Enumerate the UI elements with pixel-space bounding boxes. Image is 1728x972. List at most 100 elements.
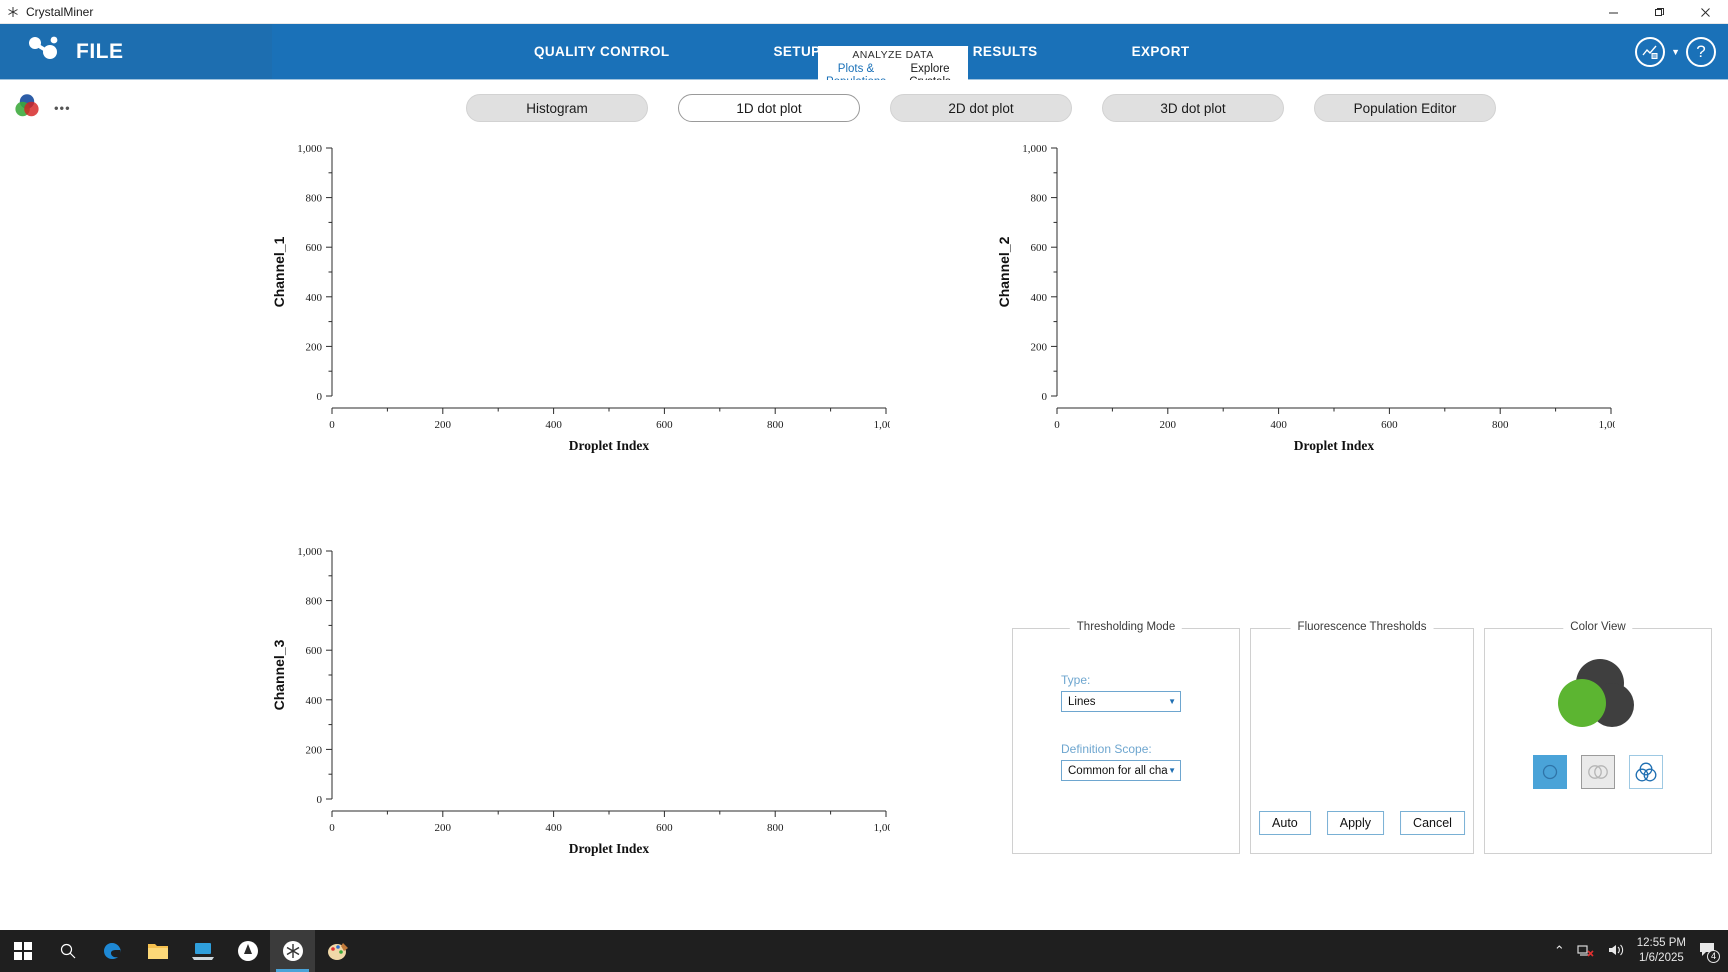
chart-channel-3[interactable]: 0 200 400 600 800 1,000 0 200 400 600 800 1,000 Drop… [270,539,890,859]
fluorescence-thresholds-panel: Fluorescence Thresholds Auto Apply Cance… [1250,621,1474,854]
svg-text:200: 200 [435,419,452,431]
plot-button-1d-dot-plot[interactable]: 1D dot plot [678,94,860,122]
help-icon[interactable]: ? [1686,36,1716,67]
overflow-menu-icon[interactable]: ••• [54,101,71,114]
two-circle-view-button[interactable] [1581,755,1615,789]
search-icon[interactable] [45,930,90,972]
svg-text:200: 200 [1160,419,1177,431]
close-button[interactable] [1682,0,1728,24]
explore-crystals-line1: Explore [910,63,950,75]
color-view-panel: Color View [1484,621,1712,854]
svg-text:Droplet Index: Droplet Index [569,438,650,453]
minimize-button[interactable] [1590,0,1636,24]
molecule-logo-icon [26,34,60,69]
svg-text:800: 800 [767,419,784,431]
svg-text:600: 600 [1381,419,1398,431]
svg-text:0: 0 [1054,419,1060,431]
svg-text:600: 600 [656,419,673,431]
notification-count-badge: 4 [1707,949,1720,963]
system-tray: ⌃ 12:55 PM 1/6/2025 4 [1554,930,1728,972]
toolbar-left-icons: ••• [14,93,71,124]
chart-channel-1[interactable]: 0 200 400 600 800 1,000 0 200 400 600 800 1,000 Drop… [270,136,890,456]
plot-button-population-editor[interactable]: Population Editor [1314,94,1496,122]
clock-date: 1/6/2025 [1639,952,1684,964]
svg-text:Channel_2: Channel_2 [996,236,1012,307]
svg-text:400: 400 [1031,292,1048,304]
help-glyph: ? [1696,41,1706,61]
fluorescence-button-row: Auto Apply Cancel [1259,811,1465,835]
maximize-button[interactable] [1636,0,1682,24]
svg-text:800: 800 [306,193,323,205]
svg-text:800: 800 [1031,193,1048,205]
svg-text:400: 400 [306,292,323,304]
plot-button-histogram[interactable]: Histogram [466,94,648,122]
svg-text:Channel_3: Channel_3 [271,639,287,710]
svg-text:600: 600 [306,645,323,657]
color-view-mode-buttons [1485,755,1711,789]
svg-text:400: 400 [1270,419,1287,431]
svg-text:0: 0 [317,391,323,403]
volume-icon[interactable] [1607,942,1625,961]
chart-report-icon[interactable] [1635,36,1666,67]
paint-icon[interactable] [315,930,360,972]
svg-text:200: 200 [306,341,323,353]
svg-text:0: 0 [329,822,335,834]
svg-text:800: 800 [306,596,323,608]
crystalminer-icon [0,6,26,18]
threshold-settings-panels: Thresholding Mode Type: Lines ▼ Definiti… [1012,621,1712,854]
plots-populations-line1: Plots & [837,63,875,75]
definition-scope-select[interactable]: Common for all chamber ▼ [1061,760,1181,781]
svg-text:0: 0 [1042,391,1048,403]
windows-taskbar: ⌃ 12:55 PM 1/6/2025 4 [0,930,1728,972]
svg-text:Droplet Index: Droplet Index [1294,438,1375,453]
plot-button-3d-dot-plot[interactable]: 3D dot plot [1102,94,1284,122]
thresholding-mode-panel: Thresholding Mode Type: Lines ▼ Definiti… [1012,621,1240,854]
chevron-down-icon: ▼ [1168,766,1176,775]
edge-browser-icon[interactable] [90,930,135,972]
type-label: Type: [1061,673,1091,687]
clock-time: 12:55 PM [1636,937,1686,949]
file-label: FILE [76,39,124,63]
definition-scope-value: Common for all chamber [1068,764,1168,777]
plot-type-toolbar: ••• Histogram 1D dot plot 2D dot plot 3D… [0,80,1728,136]
file-menu-button[interactable]: FILE [0,24,272,79]
crystalminer-taskbar-icon[interactable] [270,930,315,972]
svg-text:1,000: 1,000 [1022,143,1047,155]
cancel-button[interactable]: Cancel [1400,811,1465,835]
thresholding-mode-title: Thresholding Mode [1069,621,1183,633]
auto-button[interactable]: Auto [1259,811,1311,835]
tab-export[interactable]: EXPORT [1118,24,1204,80]
svg-text:1,000: 1,000 [874,419,890,431]
svg-text:600: 600 [656,822,673,834]
inkscape-icon[interactable] [225,930,270,972]
svg-text:Channel_1: Channel_1 [271,236,287,307]
color-view-preview [1485,657,1711,737]
svg-text:Droplet Index: Droplet Index [569,841,650,856]
remote-desktop-icon[interactable] [180,930,225,972]
plot-canvas: 0 200 400 600 800 1,000 0 200 400 600 800 1,000 Drop… [0,136,1728,930]
rgb-venn-icon[interactable] [14,93,40,124]
notifications-icon[interactable]: 4 [1698,941,1720,963]
ribbon-right-actions: ▼ ? [1635,24,1716,79]
svg-text:400: 400 [545,419,562,431]
svg-text:600: 600 [1031,242,1048,254]
svg-text:1,000: 1,000 [1599,419,1615,431]
type-select[interactable]: Lines ▼ [1061,691,1181,712]
tab-quality-control[interactable]: QUALITY CONTROL [520,24,684,80]
single-circle-view-button[interactable] [1533,755,1567,789]
svg-text:200: 200 [306,744,323,756]
plot-button-2d-dot-plot[interactable]: 2D dot plot [890,94,1072,122]
chart-channel-2[interactable]: 0 200 400 600 800 1,000 0 200 400 600 800 1,000 Drop… [995,136,1615,456]
svg-text:1,000: 1,000 [297,546,322,558]
taskbar-clock[interactable]: 12:55 PM 1/6/2025 [1637,936,1686,966]
tray-expand-chevron-icon[interactable]: ⌃ [1554,943,1565,959]
definition-scope-label: Definition Scope: [1061,742,1152,756]
svg-text:0: 0 [329,419,335,431]
apply-button[interactable]: Apply [1326,811,1385,835]
network-error-icon[interactable] [1577,942,1595,961]
three-circle-view-button[interactable] [1629,755,1663,789]
start-button[interactable] [0,930,45,972]
chevron-down-icon[interactable]: ▼ [1671,47,1680,57]
file-explorer-icon[interactable] [135,930,180,972]
svg-text:200: 200 [1031,341,1048,353]
